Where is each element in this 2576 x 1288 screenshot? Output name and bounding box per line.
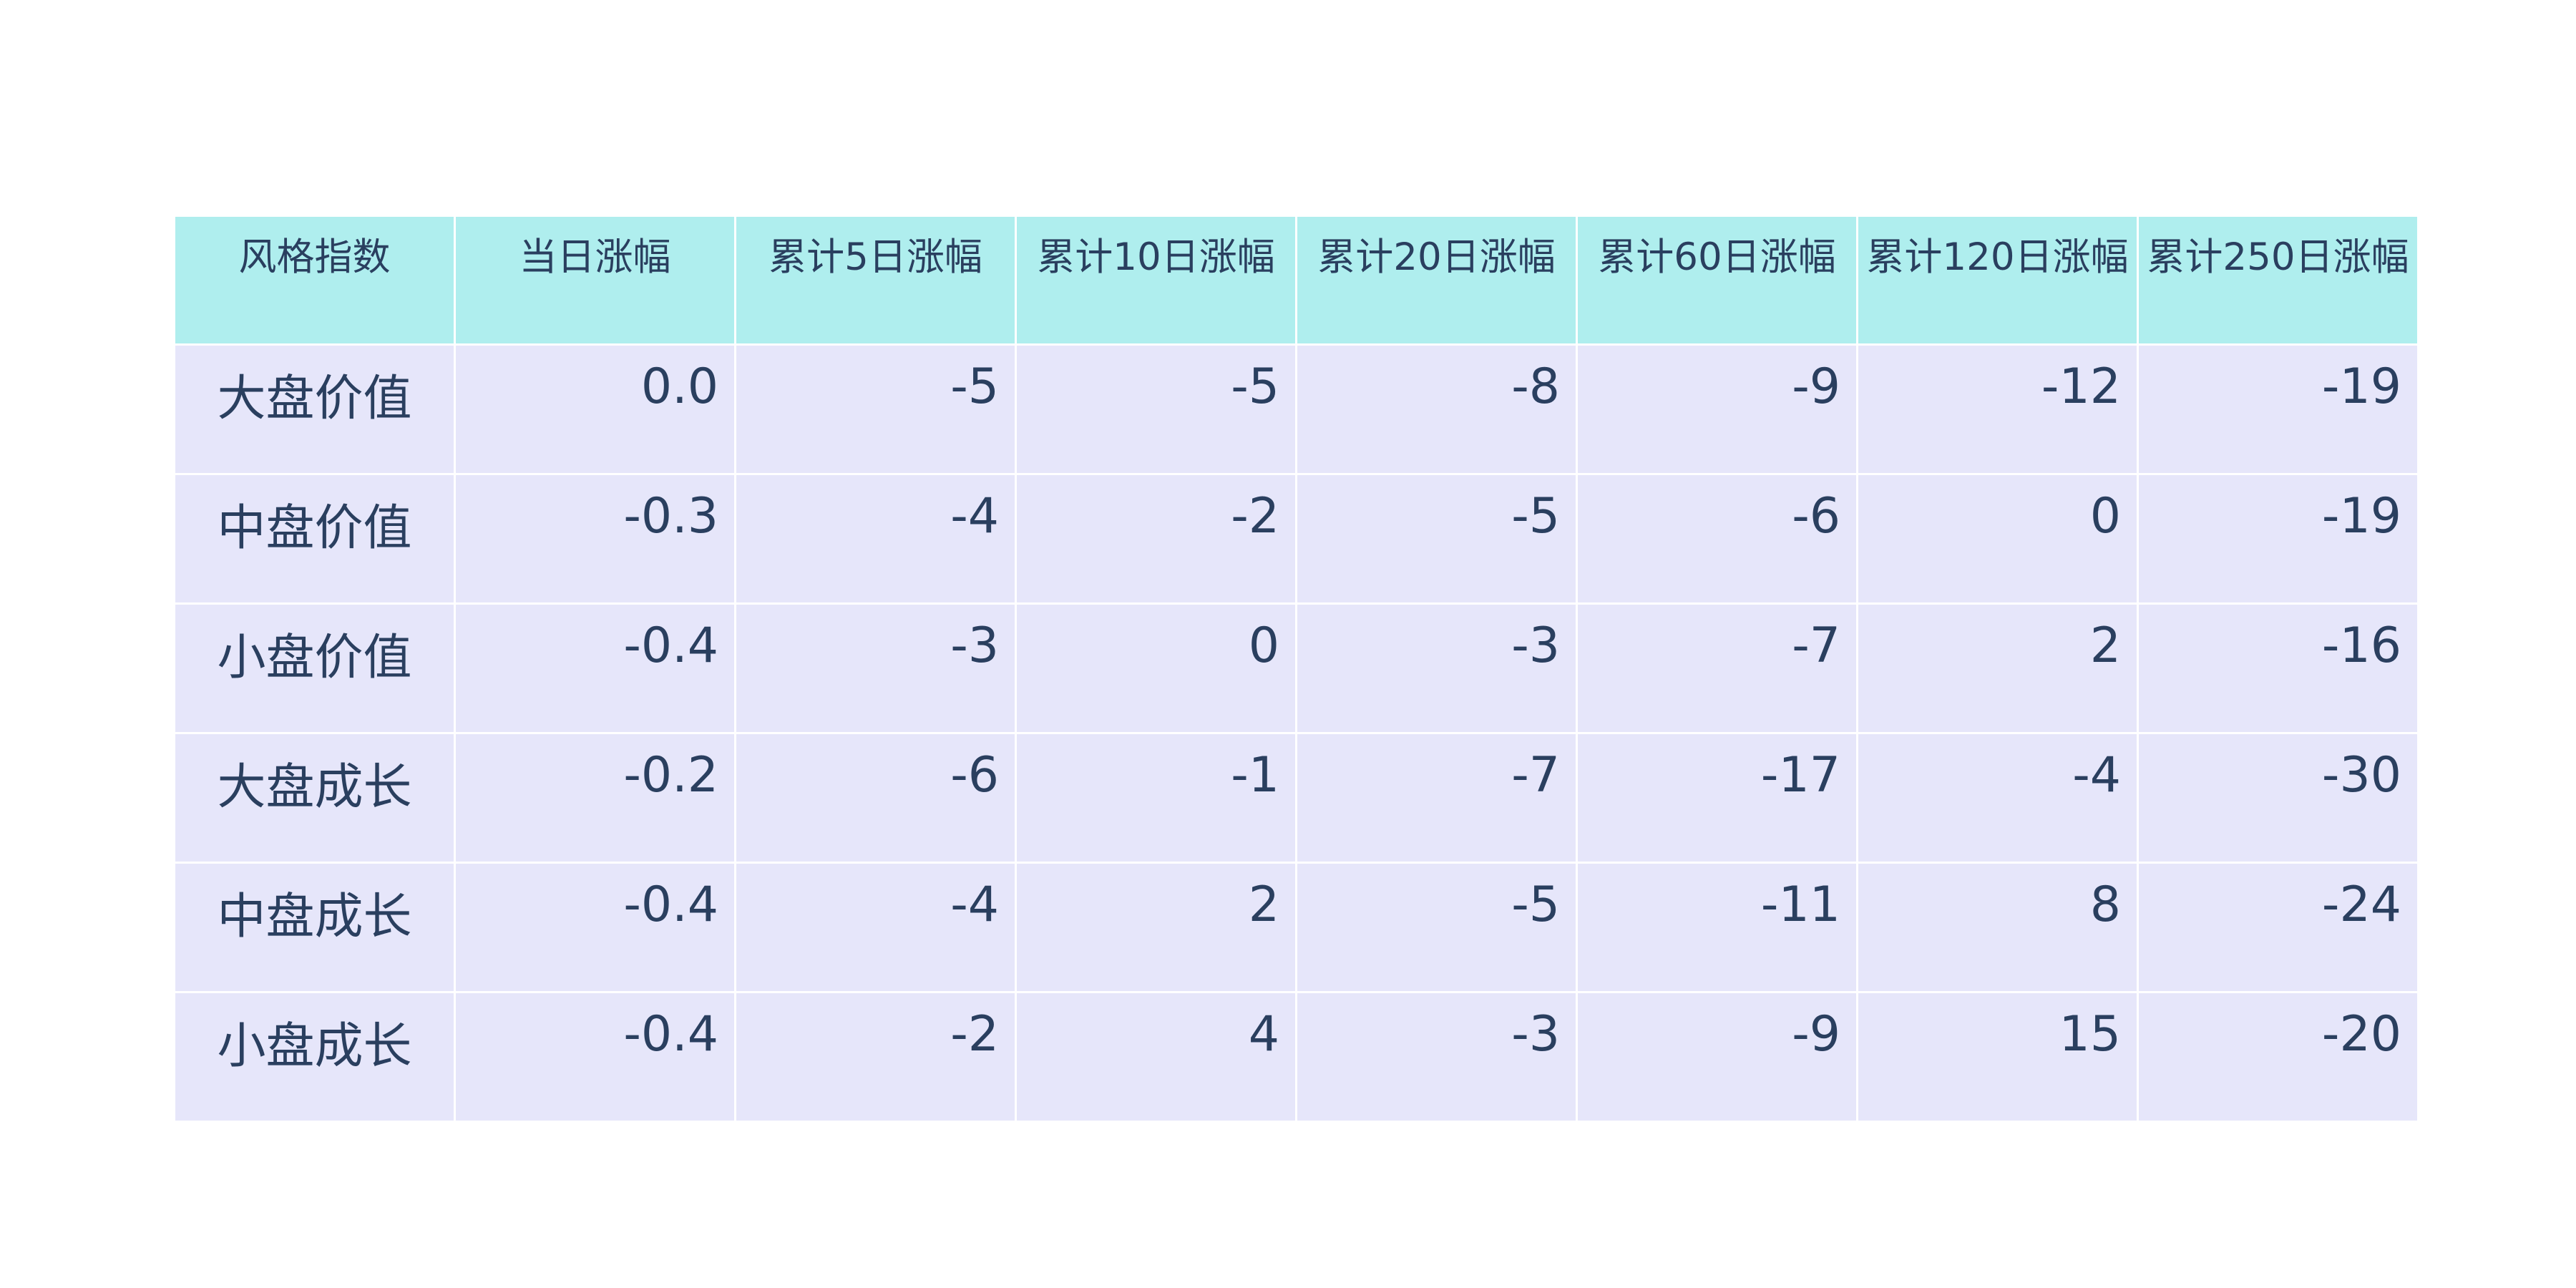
value-cell: -24 [2137,862,2419,993]
value-cell: -2 [734,991,1017,1123]
table-row: 中盘成长 -0.4 -4 2 -5 -11 8 -24 [173,862,2419,993]
table-header: 风格指数 当日涨幅 累计5日涨幅 累计10日涨幅 累计20日涨幅 累计60日涨幅… [173,215,2419,346]
value-cell: -2 [1015,473,1297,605]
value-cell: -16 [2137,602,2419,734]
header-cell-60day-change: 累计60日涨幅 [1576,215,1858,346]
value-cell: -3 [1295,602,1578,734]
value-cell: -6 [734,732,1017,864]
header-cell-250day-change: 累计250日涨幅 [2137,215,2419,346]
value-cell: -11 [1576,862,1858,993]
header-cell-20day-change: 累计20日涨幅 [1295,215,1578,346]
value-cell: -3 [1295,991,1578,1123]
header-cell-5day-change: 累计5日涨幅 [734,215,1017,346]
value-cell: -0.4 [454,991,736,1123]
value-cell: 2 [1856,602,2139,734]
table-body: 大盘价值 0.0 -5 -5 -8 -9 -12 -19 中盘价值 -0.3 -… [173,343,2419,1123]
value-cell: -1 [1015,732,1297,864]
value-cell: -5 [734,343,1017,475]
value-cell: -30 [2137,732,2419,864]
header-cell-120day-change: 累计120日涨幅 [1856,215,2139,346]
value-cell: -0.2 [454,732,736,864]
value-cell: -20 [2137,991,2419,1123]
value-cell: -9 [1576,991,1858,1123]
value-cell: -9 [1576,343,1858,475]
row-label-cell: 小盘价值 [173,602,456,734]
value-cell: 8 [1856,862,2139,993]
header-cell-daily-change: 当日涨幅 [454,215,736,346]
value-cell: -8 [1295,343,1578,475]
value-cell: -0.4 [454,862,736,993]
value-cell: -3 [734,602,1017,734]
row-label-cell: 大盘成长 [173,732,456,864]
header-cell-10day-change: 累计10日涨幅 [1015,215,1297,346]
value-cell: -4 [734,862,1017,993]
header-row: 风格指数 当日涨幅 累计5日涨幅 累计10日涨幅 累计20日涨幅 累计60日涨幅… [173,215,2419,346]
value-cell: 4 [1015,991,1297,1123]
value-cell: -5 [1295,473,1578,605]
value-cell: -5 [1295,862,1578,993]
style-index-table: 风格指数 当日涨幅 累计5日涨幅 累计10日涨幅 累计20日涨幅 累计60日涨幅… [173,215,2419,1123]
table-row: 中盘价值 -0.3 -4 -2 -5 -6 0 -19 [173,473,2419,605]
value-cell: -4 [734,473,1017,605]
table-row: 小盘成长 -0.4 -2 4 -3 -9 15 -20 [173,991,2419,1123]
row-label-cell: 中盘价值 [173,473,456,605]
value-cell: -7 [1576,602,1858,734]
value-cell: -19 [2137,343,2419,475]
value-cell: -0.4 [454,602,736,734]
header-cell-style-index: 风格指数 [173,215,456,346]
value-cell: -12 [1856,343,2139,475]
table-row: 大盘成长 -0.2 -6 -1 -7 -17 -4 -30 [173,732,2419,864]
value-cell: -5 [1015,343,1297,475]
value-cell: -0.3 [454,473,736,605]
value-cell: -7 [1295,732,1578,864]
table-row: 大盘价值 0.0 -5 -5 -8 -9 -12 -19 [173,343,2419,475]
value-cell: -17 [1576,732,1858,864]
value-cell: 0 [1856,473,2139,605]
value-cell: 15 [1856,991,2139,1123]
value-cell: -4 [1856,732,2139,864]
value-cell: 2 [1015,862,1297,993]
value-cell: -19 [2137,473,2419,605]
row-label-cell: 大盘价值 [173,343,456,475]
row-label-cell: 小盘成长 [173,991,456,1123]
page: 风格指数 当日涨幅 累计5日涨幅 累计10日涨幅 累计20日涨幅 累计60日涨幅… [0,0,2576,1288]
value-cell: 0.0 [454,343,736,475]
value-cell: -6 [1576,473,1858,605]
row-label-cell: 中盘成长 [173,862,456,993]
table-row: 小盘价值 -0.4 -3 0 -3 -7 2 -16 [173,602,2419,734]
value-cell: 0 [1015,602,1297,734]
